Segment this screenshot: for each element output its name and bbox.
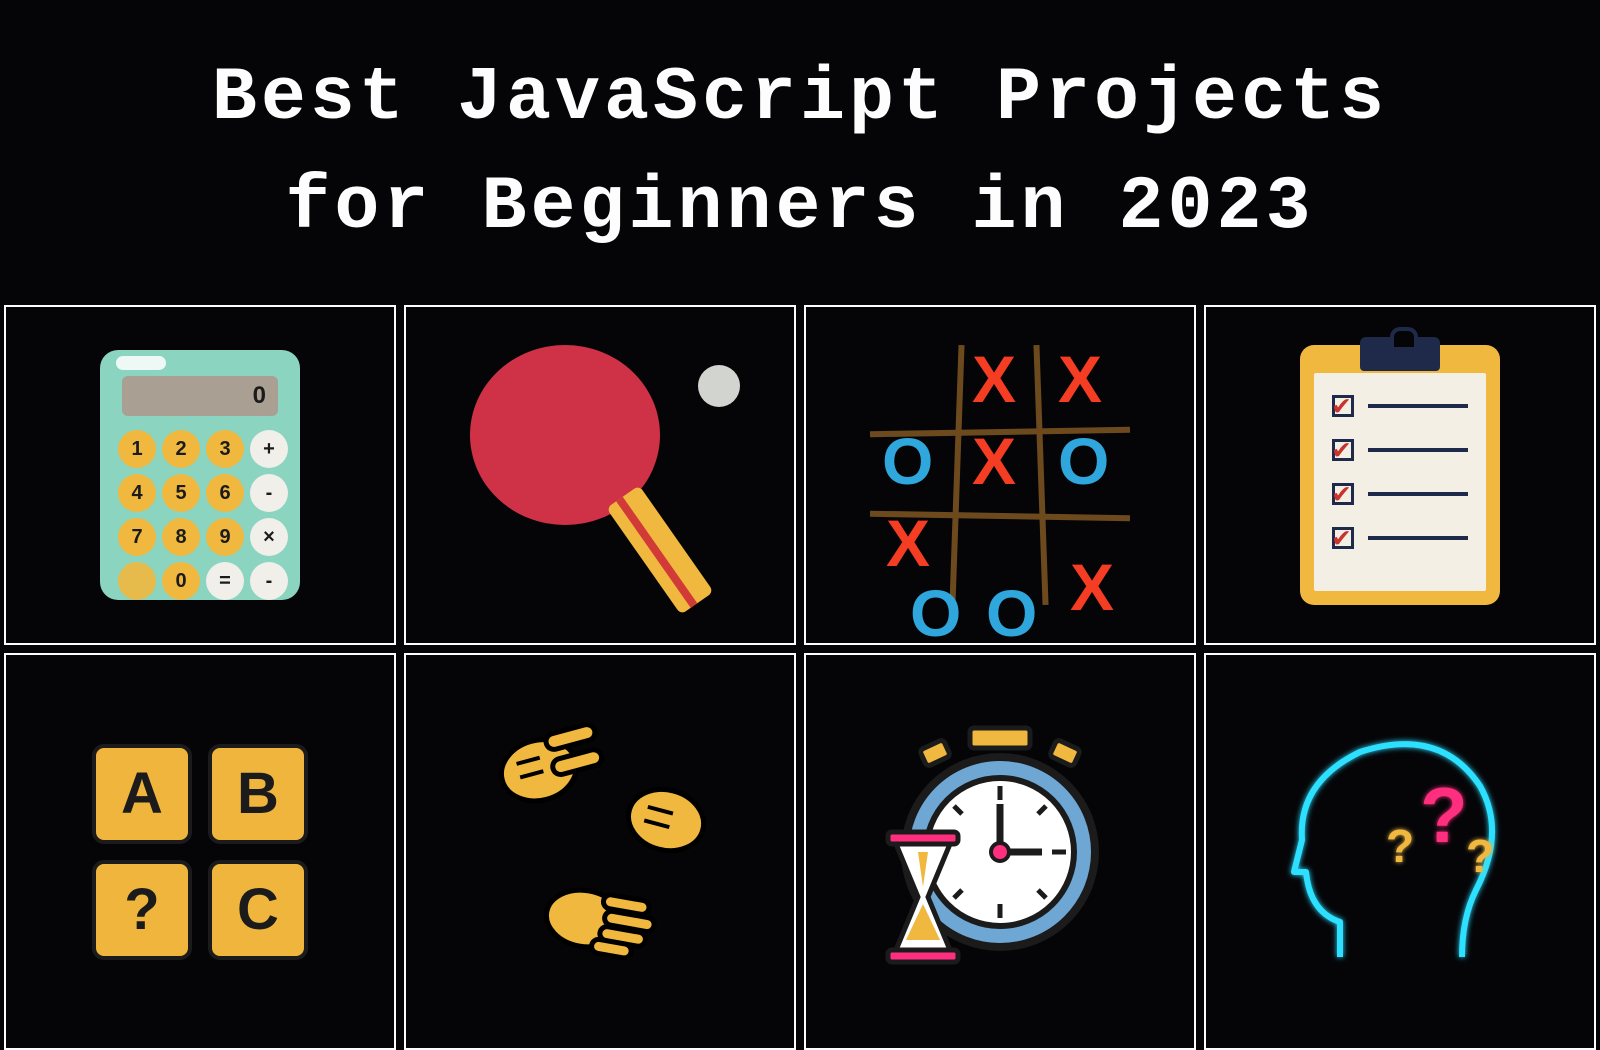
title-line-1: Best JavaScript Projects (212, 56, 1388, 141)
key-2: 2 (162, 430, 200, 468)
key-8: 8 (162, 518, 200, 556)
svg-text:?: ? (1386, 820, 1414, 872)
key-0: 0 (162, 562, 200, 600)
cell-quiz: ? ? ? (1204, 653, 1596, 1050)
key-1: 1 (118, 430, 156, 468)
key-minus2: - (250, 562, 288, 600)
rock-paper-scissors-icon (460, 722, 740, 982)
svg-text:?: ? (1420, 771, 1468, 859)
cell-rps (404, 653, 796, 1050)
cell-timer (804, 653, 1196, 1050)
cell-pong (404, 305, 796, 645)
quiz-head-icon: ? ? ? (1270, 722, 1530, 982)
calculator-keys: 1 2 3 + 4 5 6 - 7 8 9 × 0 = - (118, 430, 288, 600)
cell-tictactoe: X X O X O X O O X (804, 305, 1196, 645)
tic-tac-toe-icon: X X O X O X O O X (870, 345, 1130, 605)
key-6: 6 (206, 474, 244, 512)
key-minus: - (250, 474, 288, 512)
key-plus: + (250, 430, 288, 468)
title-line-2: for Beginners in 2023 (285, 165, 1314, 250)
tile-b: B (208, 744, 308, 844)
paddle-handle (606, 485, 713, 614)
svg-text:?: ? (1466, 830, 1494, 882)
project-grid: 0 1 2 3 + 4 5 6 - 7 8 9 × 0 = - (0, 305, 1600, 1050)
key-7: 7 (118, 518, 156, 556)
letter-tiles-icon: A B ? C (92, 744, 308, 960)
tile-c: C (208, 860, 308, 960)
checklist-icon (1300, 345, 1500, 605)
cell-todo (1204, 305, 1596, 645)
calculator-icon: 0 1 2 3 + 4 5 6 - 7 8 9 × 0 = - (100, 350, 300, 600)
key-5: 5 (162, 474, 200, 512)
tile-q: ? (92, 860, 192, 960)
tile-a: A (92, 744, 192, 844)
cell-hangman: A B ? C (4, 653, 396, 1050)
ping-pong-ball (698, 365, 740, 407)
key-9: 9 (206, 518, 244, 556)
calculator-screen: 0 (122, 376, 278, 416)
key-4: 4 (118, 474, 156, 512)
key-times: × (250, 518, 288, 556)
title-area: Best JavaScript Projects for Beginners i… (0, 0, 1600, 305)
key-blank (118, 562, 156, 600)
key-eq: = (206, 562, 244, 600)
cell-calculator: 0 1 2 3 + 4 5 6 - 7 8 9 × 0 = - (4, 305, 396, 645)
clock-hourglass-icon (850, 722, 1150, 982)
key-3: 3 (206, 430, 244, 468)
ping-pong-icon (450, 345, 750, 605)
